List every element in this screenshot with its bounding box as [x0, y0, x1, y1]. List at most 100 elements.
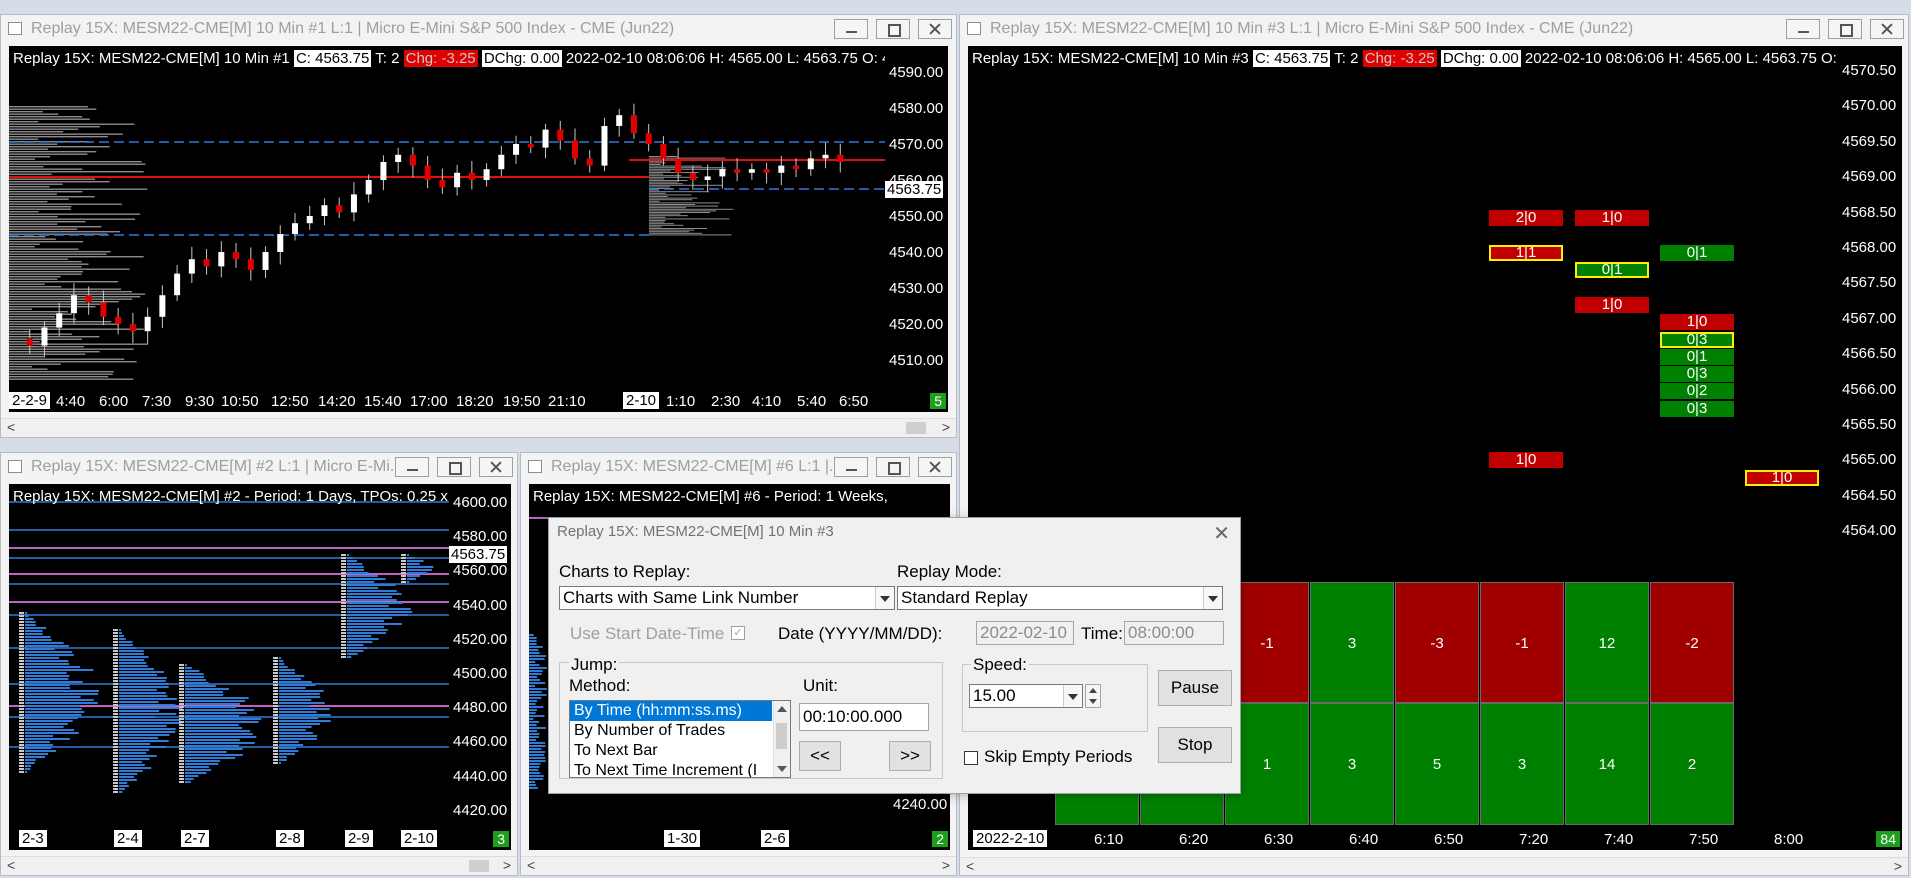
- volume-profile-bar: [649, 215, 688, 217]
- tpo-profile-bar: [279, 681, 312, 683]
- tpo-profile-bar: [25, 621, 36, 623]
- use-start-datetime-checkbox[interactable]: ✓: [731, 626, 745, 640]
- replay-mode-select[interactable]: Standard Replay: [897, 586, 1223, 610]
- chart-window-2[interactable]: Replay 15X: MESM22-CME[M] #2 L:1 | Micro…: [0, 452, 518, 876]
- date-field[interactable]: 2022-02-10: [976, 621, 1074, 645]
- stop-button[interactable]: Stop: [1158, 727, 1232, 763]
- tpo-letter-block: [113, 722, 118, 724]
- price-axis[interactable]: 4600.00 4580.00 4560.00 4540.00 4520.00 4500.…: [449, 484, 511, 850]
- jump-method-list[interactable]: By Time (hh:mm:ss.ms) By Number of Trades…: [569, 700, 791, 778]
- tpo-letter-block: [179, 745, 184, 747]
- time-axis[interactable]: 2-3 2-4 2-7 2-8 2-9 2-10 3: [9, 830, 511, 850]
- chart-plot-area[interactable]: Replay 15X: MESM22-CME[M] #2 - Period: 1…: [9, 484, 511, 850]
- scroll-right-icon[interactable]: >: [1894, 858, 1902, 874]
- tpo-profile-bar: [529, 673, 542, 675]
- volume-profile-bar: [9, 268, 130, 270]
- scroll-right-icon[interactable]: >: [942, 419, 950, 435]
- tpo-letter-block: [179, 715, 184, 717]
- horizontal-scrollbar[interactable]: < >: [521, 856, 956, 875]
- minimize-button[interactable]: [834, 457, 868, 477]
- minimize-button[interactable]: [395, 457, 429, 477]
- tpo-profile-bar: [25, 615, 29, 617]
- maximize-button[interactable]: [437, 457, 471, 477]
- tpo-profile-chart[interactable]: [9, 484, 449, 830]
- scroll-thumb[interactable]: [469, 860, 489, 872]
- scroll-thumb[interactable]: [906, 422, 926, 434]
- chevron-down-icon[interactable]: [777, 766, 787, 772]
- jump-method-option[interactable]: By Number of Trades: [570, 721, 772, 741]
- chevron-down-icon[interactable]: [1063, 685, 1082, 707]
- scroll-left-icon[interactable]: <: [527, 857, 535, 873]
- minimize-button[interactable]: [1786, 19, 1820, 39]
- chart-plot-area[interactable]: Replay 15X: MESM22-CME[M] 10 Min #1 C: 4…: [9, 46, 948, 412]
- tpo-letter-block: [273, 705, 278, 707]
- jump-forward-button[interactable]: >>: [889, 741, 931, 771]
- footprint-cell: 2|0: [1489, 210, 1563, 226]
- scroll-left-icon[interactable]: <: [7, 857, 15, 873]
- tpo-profile-bar: [119, 686, 169, 688]
- chart-window-1[interactable]: Replay 15X: MESM22-CME[M] 10 Min #1 L:1 …: [0, 14, 957, 438]
- close-button[interactable]: [918, 19, 952, 39]
- volume-profile-bar: [649, 212, 711, 213]
- scroll-right-icon[interactable]: >: [942, 857, 950, 873]
- window-titlebar[interactable]: Replay 15X: MESM22-CME[M] 10 Min #1 L:1 …: [1, 15, 956, 43]
- scroll-left-icon[interactable]: <: [7, 419, 15, 435]
- list-scrollbar[interactable]: [773, 701, 790, 777]
- horizontal-scrollbar[interactable]: < >: [960, 857, 1908, 875]
- spin-down-icon[interactable]: [1089, 699, 1097, 704]
- speed-select[interactable]: 15.00: [969, 684, 1083, 708]
- window-titlebar[interactable]: Replay 15X: MESM22-CME[M] #6 L:1 |...: [521, 453, 956, 481]
- jump-method-option[interactable]: By Time (hh:mm:ss.ms): [570, 701, 772, 721]
- scroll-right-icon[interactable]: >: [503, 857, 511, 873]
- time-label: 2-6: [761, 830, 789, 847]
- replay-dialog[interactable]: Replay 15X: MESM22-CME[M] 10 Min #3 ✕ Ch…: [548, 517, 1241, 794]
- time-axis[interactable]: 2-2-9 4:40 6:00 7:30 9:30 10:50 12:50 14:20 15:4…: [9, 392, 948, 412]
- minimize-button[interactable]: [834, 19, 868, 39]
- close-button[interactable]: [479, 457, 513, 477]
- tpo-letter-block: [401, 557, 406, 559]
- candlestick-chart[interactable]: [9, 46, 885, 392]
- tpo-profile-bar: [529, 724, 537, 726]
- scroll-thumb[interactable]: [776, 723, 787, 749]
- price-axis[interactable]: 4590.004580.004570.004560.004550.004540.…: [885, 46, 948, 412]
- price-axis[interactable]: 4570.50 4570.00 4569.50 4569.00 4568.50 4568.…: [1838, 46, 1902, 850]
- time-axis[interactable]: 2022-2-10 6:10 6:20 6:30 6:40 6:50 7:20 7:40 7:5…: [968, 830, 1902, 850]
- speed-spinner[interactable]: [1085, 684, 1101, 708]
- scroll-left-icon[interactable]: <: [966, 858, 974, 874]
- tpo-profile-bar: [279, 759, 287, 761]
- price-label: 4569.50: [1842, 132, 1897, 150]
- tpo-letter-block: [113, 656, 118, 658]
- maximize-button[interactable]: [876, 19, 910, 39]
- bar-count-badge: 3: [493, 831, 509, 847]
- volume-profile-bar: [9, 123, 135, 125]
- volume-profile-bar: [9, 203, 122, 205]
- jump-method-option[interactable]: To Next Time Increment (I: [570, 761, 772, 777]
- horizontal-scrollbar[interactable]: < >: [1, 856, 517, 875]
- time-label: 6:00: [99, 393, 129, 410]
- window-titlebar[interactable]: Replay 15X: MESM22-CME[M] 10 Min #3 L:1 …: [960, 15, 1908, 43]
- bar-count-badge: 2: [932, 831, 948, 847]
- chevron-up-icon[interactable]: [777, 706, 787, 712]
- skip-empty-periods-checkbox[interactable]: [964, 751, 978, 765]
- tpo-profile-bar: [529, 781, 536, 783]
- close-button[interactable]: [1870, 19, 1904, 39]
- jump-method-option[interactable]: To Next Bar: [570, 741, 772, 761]
- close-button[interactable]: [918, 457, 952, 477]
- jump-back-button[interactable]: <<: [799, 741, 841, 771]
- pause-button[interactable]: Pause: [1158, 670, 1232, 706]
- charts-to-replay-select[interactable]: Charts with Same Link Number: [559, 586, 895, 610]
- chevron-down-icon[interactable]: [1203, 587, 1222, 609]
- candle-body: [837, 154, 844, 162]
- volume-profile-bar: [9, 353, 86, 355]
- maximize-button[interactable]: [876, 457, 910, 477]
- time-field[interactable]: 08:00:00: [1124, 621, 1224, 645]
- close-icon[interactable]: ✕: [1213, 521, 1230, 546]
- unit-input[interactable]: 00:10:00.000: [799, 703, 929, 731]
- horizontal-scrollbar[interactable]: < >: [1, 418, 956, 437]
- time-axis[interactable]: 1-30 2-6 2: [529, 830, 950, 850]
- maximize-button[interactable]: [1828, 19, 1862, 39]
- tpo-profile-bar: [529, 742, 546, 744]
- chevron-down-icon[interactable]: [875, 587, 894, 609]
- window-titlebar[interactable]: Replay 15X: MESM22-CME[M] #2 L:1 | Micro…: [1, 453, 517, 481]
- spin-up-icon[interactable]: [1089, 688, 1097, 693]
